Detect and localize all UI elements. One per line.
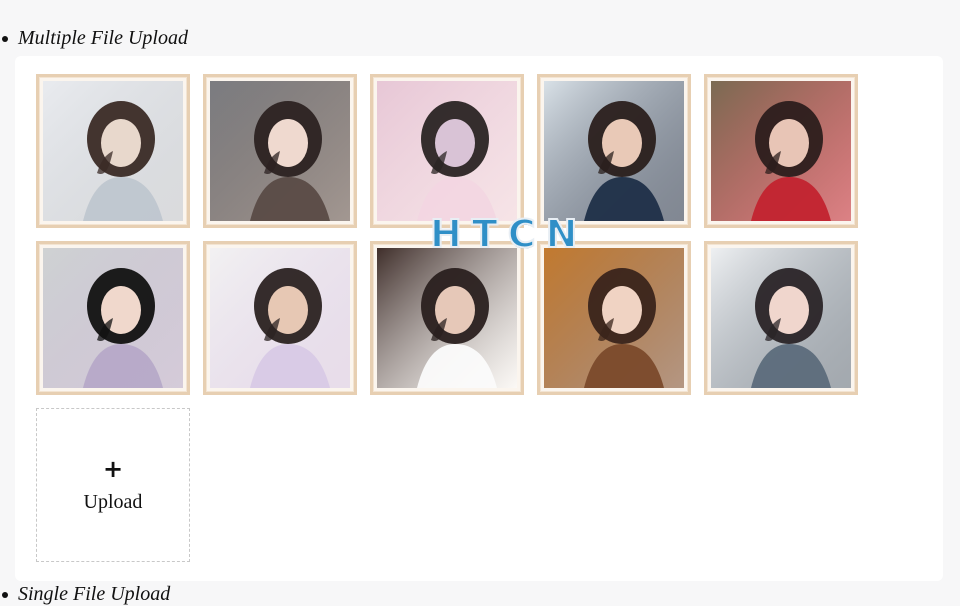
bullet-icon [2,35,8,42]
gallery-photo [711,81,851,221]
section-title-text: Multiple File Upload [18,27,188,49]
gallery-photo [711,248,851,388]
upload-label: Upload [83,490,143,513]
gallery-photo [377,248,517,388]
gallery-photo [43,248,183,388]
bullet-icon [2,591,8,598]
gallery-thumbnail[interactable] [203,241,357,395]
gallery-thumbnail[interactable] [537,74,691,228]
upload-button[interactable]: + Upload [36,408,190,562]
section-title-single-file-upload: Single File Upload [0,583,170,606]
gallery-photo [210,248,350,388]
section-title-text: Single File Upload [18,583,171,605]
watermark-text: HTCN [429,211,588,257]
gallery-photo [544,248,684,388]
gallery-thumbnail[interactable] [537,241,691,395]
gallery-thumbnail[interactable] [704,241,858,395]
multiple-upload-panel: + Upload [15,56,943,581]
gallery-thumbnail[interactable] [370,74,524,228]
gallery-photo [377,81,517,221]
gallery-thumbnail[interactable] [704,74,858,228]
gallery-thumbnail[interactable] [36,74,190,228]
plus-icon: + [102,454,124,483]
gallery-thumbnail[interactable] [203,74,357,228]
gallery-photo [43,81,183,221]
gallery-thumbnail[interactable] [36,241,190,395]
section-title-multiple-file-upload: Multiple File Upload [0,27,188,50]
gallery-thumbnail[interactable] [370,241,524,395]
gallery-photo [210,81,350,221]
gallery-photo [544,81,684,221]
